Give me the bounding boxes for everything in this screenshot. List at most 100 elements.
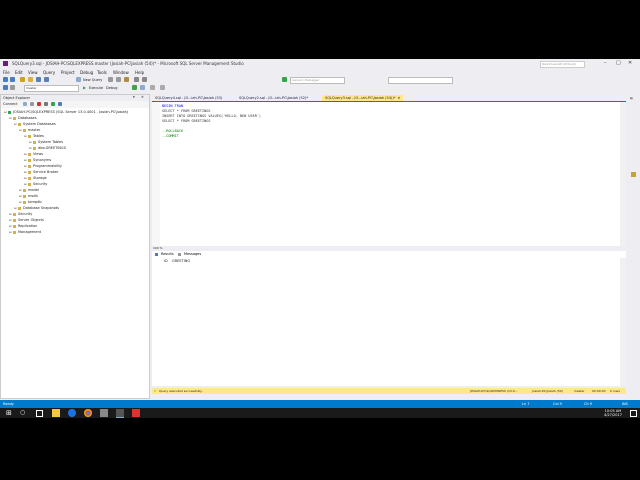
pin-icon[interactable]: ▾ — [133, 95, 135, 99]
expand-toggle-icon[interactable]: ⊟ — [4, 109, 7, 115]
tree-node[interactable]: ⊟ Management — [9, 229, 41, 235]
sql-editor-toolbar: master ▶ Execute Debug — [0, 84, 640, 92]
cut-icon[interactable] — [108, 77, 113, 82]
display-plan-icon[interactable] — [140, 85, 145, 90]
start-debug-icon[interactable] — [282, 77, 287, 82]
maximize-icon[interactable]: □ — [616, 60, 621, 66]
ssms-taskbar-icon[interactable] — [116, 409, 124, 418]
results-scrollbar[interactable] — [620, 258, 626, 386]
execute-icon[interactable]: ▶ — [83, 85, 86, 90]
new-query-button[interactable]: New Query — [83, 78, 102, 82]
debugger-select[interactable]: Generic Debugger — [290, 77, 345, 84]
new-query-icon[interactable] — [76, 77, 81, 82]
menu-file[interactable]: File — [3, 70, 10, 75]
oe-filter-icon[interactable] — [44, 102, 48, 106]
menu-help[interactable]: Help — [135, 70, 144, 75]
grid-icon — [155, 253, 158, 256]
tab-results[interactable]: Results — [161, 252, 174, 256]
folder-icon — [23, 188, 26, 192]
folder-icon — [23, 194, 26, 198]
taskbar: ⊞ ○ 10:05 AM 4/27/2017 — [0, 408, 640, 418]
comment-icon[interactable] — [160, 85, 165, 90]
paste-icon[interactable] — [124, 77, 129, 82]
expand-toggle-icon[interactable]: ⊟ — [19, 127, 22, 133]
zoom-level[interactable]: 100 % — [153, 246, 163, 250]
quick-launch-input[interactable]: Quick Launch (Ctrl+Q) — [540, 61, 585, 68]
results-to-grid-icon[interactable] — [150, 85, 155, 90]
notification-icon[interactable] — [630, 410, 637, 417]
folder-icon — [18, 122, 21, 126]
sql-editor[interactable]: BEGIN TRAN SELECT * FROM GREETINGS INSER… — [152, 101, 626, 247]
database-select[interactable]: master — [24, 85, 79, 92]
oe-disconnect-icon[interactable] — [30, 102, 34, 106]
close-icon[interactable]: ✕ — [628, 60, 632, 66]
oe-stop-icon[interactable] — [37, 102, 41, 106]
tree-node-label: Replication — [18, 224, 38, 228]
parse-icon[interactable] — [132, 85, 137, 90]
status-ready: Ready — [3, 402, 14, 406]
oe-refresh-icon[interactable] — [51, 102, 55, 106]
menu-project[interactable]: Project — [61, 70, 75, 75]
folder-icon — [13, 230, 16, 234]
menu-bar: File Edit View Query Project Debug Tools… — [0, 69, 640, 76]
oe-connect-icon[interactable] — [23, 102, 27, 106]
tree-node-label: master — [28, 128, 41, 132]
new-project-icon[interactable] — [20, 77, 25, 82]
system-clock[interactable]: 10:05 AM 4/27/2017 — [604, 409, 622, 417]
back-icon[interactable] — [3, 77, 8, 82]
status-line: Ln 7 — [522, 402, 530, 406]
connect-button[interactable]: Connect — [3, 102, 17, 106]
windows-start-icon[interactable]: ⊞ — [6, 409, 14, 417]
expand-toggle-icon[interactable]: ⊟ — [9, 229, 12, 235]
tab-messages[interactable]: Messages — [184, 252, 201, 256]
expand-toggle-icon[interactable]: ⊟ — [9, 115, 12, 121]
code-line-7: --COMMIT — [162, 134, 179, 138]
disconnect-icon[interactable] — [10, 85, 15, 90]
search-icon[interactable]: ○ — [20, 409, 28, 417]
undo-icon[interactable] — [134, 77, 139, 82]
close-tab-icon[interactable]: ✕ — [397, 96, 400, 100]
tree-node-label: Storage — [33, 176, 47, 180]
query-status-message: Query executed successfully. — [159, 389, 203, 393]
menu-tools[interactable]: Tools — [97, 70, 107, 75]
menu-window[interactable]: Window — [113, 70, 129, 75]
expand-toggle-icon[interactable]: ⊟ — [14, 121, 17, 127]
menu-debug[interactable]: Debug — [80, 70, 93, 75]
object-explorer-toolbar: Connect — [1, 101, 149, 108]
app-red-icon[interactable] — [132, 409, 140, 417]
tree-node-label: Management — [18, 230, 42, 234]
save-icon[interactable] — [36, 77, 41, 82]
menu-edit[interactable]: Edit — [15, 70, 23, 75]
folder-icon — [28, 158, 31, 162]
properties-strip-icon[interactable] — [631, 172, 636, 177]
find-combo[interactable] — [388, 77, 453, 84]
tree-node-label: Database Snapshots — [23, 206, 59, 210]
menu-query[interactable]: Query — [43, 70, 55, 75]
editor-scrollbar[interactable] — [620, 102, 626, 247]
debug-button[interactable]: Debug — [106, 86, 118, 90]
close-panel-icon[interactable]: ✕ — [141, 95, 144, 99]
redo-icon[interactable] — [142, 77, 147, 82]
execute-button[interactable]: Execute — [89, 86, 103, 90]
task-view-icon[interactable] — [36, 410, 43, 417]
edge-icon[interactable] — [68, 409, 76, 417]
results-grid[interactable]: ID GREETING — [152, 258, 626, 386]
file-explorer-icon[interactable] — [52, 409, 60, 417]
properties-tab[interactable]: ▤ — [630, 96, 633, 100]
open-file-icon[interactable] — [28, 77, 33, 82]
query-rows: 0 rows — [610, 389, 620, 393]
tree-node-label: Server Objects — [18, 218, 44, 222]
tab-label: SQLQuery3.sql - JO...iah-PC\Josiah (54))… — [325, 96, 396, 100]
forward-icon[interactable] — [10, 77, 15, 82]
menu-view[interactable]: View — [28, 70, 38, 75]
connect-icon[interactable] — [3, 85, 8, 90]
store-icon[interactable] — [100, 409, 108, 417]
save-all-icon[interactable] — [44, 77, 49, 82]
query-status-bar: ✔ Query executed successfully. JOSIAH-PC… — [152, 388, 626, 394]
column-header-greeting: GREETING — [172, 259, 191, 263]
minimize-icon[interactable]: – — [604, 60, 607, 66]
copy-icon[interactable] — [116, 77, 121, 82]
chrome-icon[interactable] — [84, 409, 92, 417]
expand-toggle-icon[interactable]: ⊟ — [24, 133, 27, 139]
oe-activity-icon[interactable] — [58, 102, 62, 106]
